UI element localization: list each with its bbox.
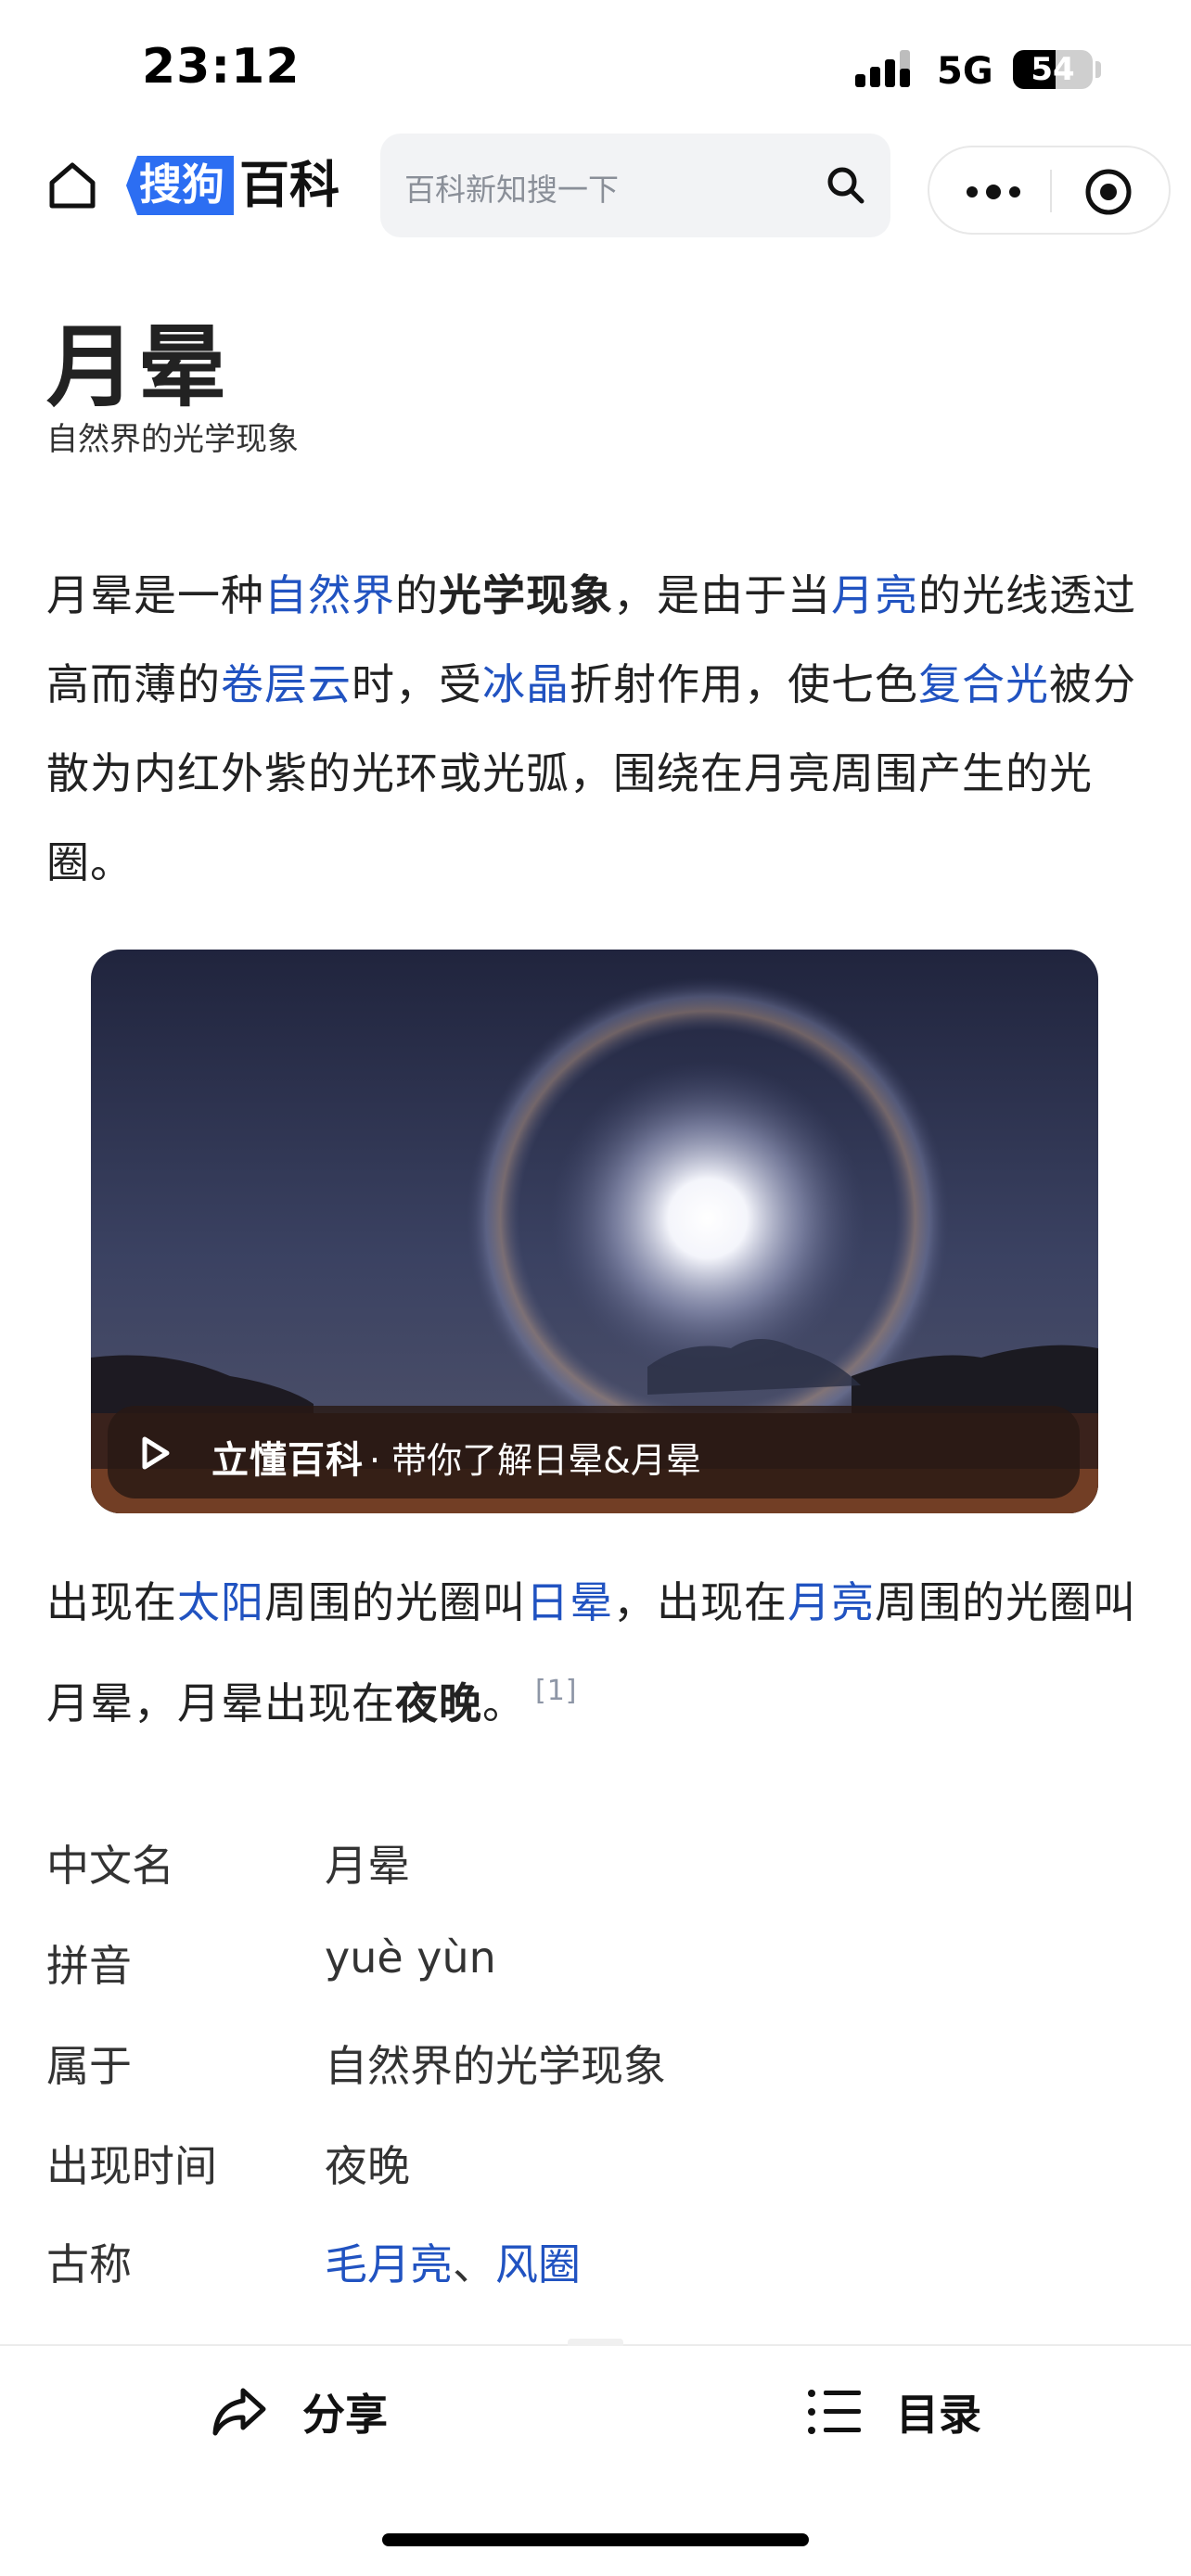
link-mao-yueliang[interactable]: 毛月亮 (325, 2239, 453, 2289)
logo-baike: 百科 (239, 156, 339, 214)
link-moon[interactable]: 月亮 (831, 570, 918, 620)
network-type: 5G (937, 50, 993, 93)
text: 周围的光圈叫 (264, 1577, 526, 1627)
home-indicator[interactable] (382, 2533, 809, 2546)
toc-button[interactable]: 目录 (807, 2379, 981, 2444)
more-icon[interactable] (963, 175, 1024, 209)
text: 出现在 (46, 1577, 177, 1627)
link-sun-halo[interactable]: 日晕 (526, 1577, 613, 1627)
share-button[interactable]: 分享 (210, 2379, 388, 2444)
sogou-baike-logo[interactable]: 搜狗 百科 (126, 156, 339, 215)
text: 时，受 (352, 659, 482, 709)
home-icon[interactable] (45, 158, 100, 213)
play-icon[interactable] (135, 1434, 174, 1473)
video-caption-bar[interactable]: 立懂百科 · 带你了解日晕&月晕 (108, 1406, 1080, 1498)
separator: 、 (453, 2239, 495, 2289)
infobox-value: 夜晚 (325, 2141, 410, 2191)
infobox-key: 属于 (46, 2041, 132, 2091)
battery-cap (1095, 61, 1101, 78)
infobox-value: yuè yùn (325, 1932, 496, 1983)
link-natural-world[interactable]: 自然界 (264, 570, 395, 620)
video-thumbnail[interactable]: 立懂百科 · 带你了解日晕&月晕 (91, 950, 1098, 1513)
body-paragraph: 出现在太阳周围的光圈叫日晕，出现在月亮周围的光圈叫月晕，月晕出现在夜晚。 [1] (46, 1558, 1159, 1748)
infobox-key: 中文名 (46, 1841, 174, 1891)
video-caption: · 带你了解日晕&月晕 (369, 1440, 701, 1481)
page-title: 月晕 (46, 315, 228, 419)
bold-optical-phenomenon: 光学现象 (439, 570, 613, 620)
infobox-key: 出现时间 (46, 2141, 217, 2191)
link-cirrostratus[interactable]: 卷层云 (221, 659, 352, 709)
link-composite-light[interactable]: 复合光 (918, 659, 1049, 709)
search-icon[interactable] (824, 163, 868, 208)
link-feng-quan[interactable]: 风圈 (495, 2239, 581, 2289)
link-moon[interactable]: 月亮 (788, 1577, 875, 1627)
miniprogram-capsule (928, 146, 1171, 235)
infobox-value: 毛月亮、风圈 (325, 2231, 581, 2292)
video-brand: 立懂百科 (211, 1439, 364, 1482)
search-placeholder: 百科新知搜一下 (404, 172, 619, 208)
summary-paragraph: 月晕是一种自然界的光学现象，是由于当月亮的光线透过高而薄的卷层云时，受冰晶折射作… (46, 551, 1150, 907)
status-bar: 23:12 5G 54 (0, 0, 1191, 139)
toc-label: 目录 (896, 2390, 981, 2440)
infobox-value: 自然界的光学现象 (325, 2041, 666, 2091)
share-label: 分享 (302, 2390, 388, 2440)
link-ice-crystal[interactable]: 冰晶 (482, 659, 570, 709)
battery-icon: 54 (1013, 50, 1093, 89)
signal-strength-icon (855, 50, 910, 87)
text: ，出现在 (613, 1577, 788, 1627)
close-miniprogram-icon[interactable] (1082, 166, 1134, 218)
text: 的 (395, 570, 439, 620)
text: 月晕是一种 (46, 570, 264, 620)
status-time: 23:12 (142, 39, 301, 95)
share-icon (212, 2388, 266, 2436)
link-sun[interactable]: 太阳 (177, 1577, 264, 1627)
bold-night: 夜晚 (395, 1678, 482, 1728)
list-icon (808, 2390, 861, 2434)
text: ，是由于当 (613, 570, 831, 620)
text: 折射作用，使七色 (570, 659, 918, 709)
text: 。 (482, 1678, 526, 1728)
bottom-bar-handle (568, 2339, 623, 2346)
infobox-key: 古称 (46, 2239, 132, 2289)
citation-link[interactable]: [1] (535, 1675, 578, 1707)
page-subtitle: 自然界的光学现象 (46, 421, 299, 458)
battery-percent: 54 (1031, 51, 1075, 88)
infobox-value: 月晕 (325, 1841, 410, 1891)
logo-sogou: 搜狗 (126, 156, 234, 215)
search-input[interactable]: 百科新知搜一下 (380, 134, 890, 237)
infobox-key: 拼音 (46, 1941, 132, 1991)
capsule-divider (1050, 170, 1052, 212)
